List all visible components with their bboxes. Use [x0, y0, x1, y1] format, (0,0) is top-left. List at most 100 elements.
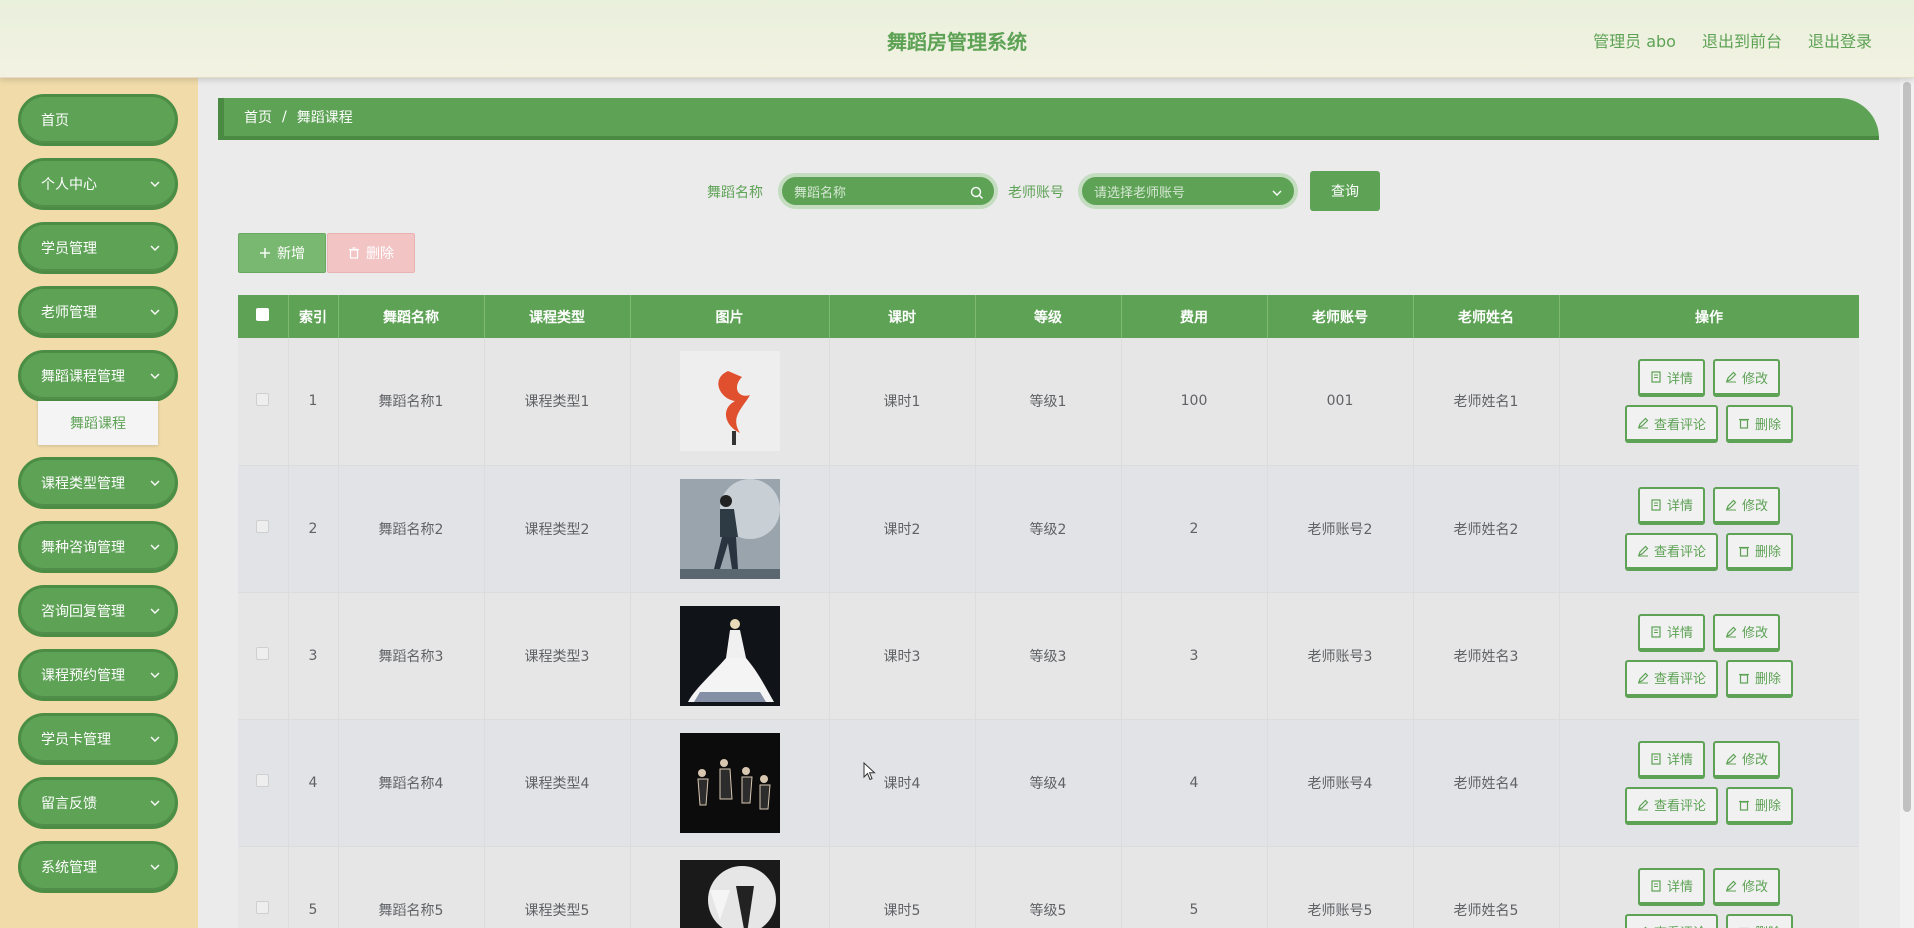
view-comments-button[interactable]: 查看评论: [1624, 405, 1718, 444]
sidebar-item-feedback[interactable]: 留言反馈: [18, 777, 178, 829]
view-comments-button[interactable]: 查看评论: [1624, 913, 1718, 928]
row-delete-button[interactable]: 删除: [1726, 786, 1794, 825]
row-checkbox[interactable]: [256, 520, 270, 533]
search-icon: [970, 186, 983, 199]
view-comments-button[interactable]: 查看评论: [1624, 659, 1718, 698]
col-teacher-account: 老师账号: [1267, 295, 1414, 338]
view-comments-label: 查看评论: [1653, 417, 1706, 433]
row-checkbox[interactable]: [256, 392, 270, 406]
row-checkbox[interactable]: [256, 774, 270, 787]
logout-link[interactable]: 退出登录: [1808, 28, 1872, 52]
teacher-account-select[interactable]: 请选择老师账号: [1078, 173, 1298, 209]
cell-image: [630, 846, 830, 928]
sidebar-item-student-mgmt[interactable]: 学员管理: [18, 222, 178, 274]
table-row: 2 舞蹈名称2 课程类型2 课时2 等级2 2 老师账号2 老师姓名2 详情 修改 查看评论 删除: [238, 465, 1859, 593]
dance-photo-thumbnail: [679, 605, 780, 706]
sidebar-item-course-type-mgmt[interactable]: 课程类型管理: [18, 457, 178, 509]
cell-level: 等级5: [975, 846, 1122, 928]
cell-actions: 详情 修改查看评论 删除: [1559, 465, 1859, 593]
sidebar-item-label: 学员卡管理: [41, 732, 111, 748]
select-all-header: [238, 295, 289, 338]
trash-icon: [1739, 800, 1749, 811]
cell-fee: 5: [1121, 846, 1268, 928]
document-icon: [1651, 498, 1661, 511]
cell-course-type: 课程类型3: [484, 592, 631, 720]
col-teacher-name: 老师姓名: [1413, 295, 1560, 338]
admin-user-link[interactable]: 管理员 abo: [1593, 28, 1676, 52]
cell-fee: 4: [1121, 719, 1268, 847]
sidebar-item-dance-consult-mgmt[interactable]: 舞种咨询管理: [18, 521, 178, 573]
cell-course-type: 课程类型4: [484, 719, 631, 847]
edit-button-label: 修改: [1742, 371, 1769, 387]
cell-teacher-name: 老师姓名5: [1413, 846, 1560, 928]
sidebar-item-label: 系统管理: [41, 860, 97, 876]
chevron-down-icon: [150, 672, 160, 678]
select-all-checkbox[interactable]: [256, 308, 270, 321]
chevron-down-icon: [150, 800, 160, 806]
sidebar-item-label: 留言反馈: [41, 796, 97, 812]
sidebar-item-student-card-mgmt[interactable]: 学员卡管理: [18, 713, 178, 765]
detail-button[interactable]: 详情: [1637, 613, 1705, 652]
cell-hours: 课时3: [829, 592, 976, 720]
add-button[interactable]: 新增: [238, 233, 326, 273]
edit-button[interactable]: 修改: [1713, 613, 1781, 652]
trash-icon: [349, 247, 359, 259]
cell-teacher-account: 001: [1267, 338, 1414, 466]
trash-icon: [1739, 419, 1749, 429]
sidebar-item-teacher-mgmt[interactable]: 老师管理: [18, 286, 178, 338]
detail-button[interactable]: 详情: [1637, 867, 1705, 906]
row-delete-button[interactable]: 删除: [1726, 913, 1794, 928]
sidebar-item-label: 舞蹈课程管理: [41, 369, 125, 385]
sidebar-item-label: 老师管理: [41, 305, 97, 321]
view-comments-button[interactable]: 查看评论: [1624, 532, 1718, 571]
row-delete-button[interactable]: 删除: [1726, 405, 1794, 444]
edit-icon: [1637, 417, 1649, 429]
detail-button[interactable]: 详情: [1637, 359, 1705, 398]
row-delete-label: 删除: [1755, 672, 1782, 687]
plus-icon: [260, 248, 270, 258]
dance-photo-thumbnail: [679, 859, 780, 928]
edit-icon: [1726, 753, 1737, 764]
sidebar-item-course-booking-mgmt[interactable]: 课程预约管理: [18, 649, 178, 701]
chevron-down-icon: [150, 480, 160, 486]
query-button[interactable]: 查询: [1310, 171, 1380, 211]
edit-button[interactable]: 修改: [1713, 359, 1781, 398]
sidebar-item-dance-course-mgmt[interactable]: 舞蹈课程管理: [18, 350, 178, 402]
row-checkbox[interactable]: [256, 647, 270, 660]
view-comments-label: 查看评论: [1653, 672, 1706, 687]
edit-button-label: 修改: [1742, 499, 1769, 514]
chevron-down-icon: [150, 864, 160, 870]
edit-button[interactable]: 修改: [1713, 867, 1781, 906]
detail-button[interactable]: 详情: [1637, 486, 1705, 525]
page-scrollbar[interactable]: [1900, 78, 1914, 928]
dance-name-placeholder: 舞蹈名称: [794, 185, 847, 201]
view-comments-button[interactable]: 查看评论: [1624, 786, 1718, 825]
table-row: 5舞蹈名称5课程类型5课时5等级55老师账号5老师姓名5详情修改查看评论删除: [238, 846, 1859, 928]
submenu-item-dance-course[interactable]: 舞蹈课程: [38, 401, 158, 445]
row-select-cell: [238, 338, 289, 466]
row-delete-button[interactable]: 删除: [1726, 532, 1794, 571]
edit-icon: [1637, 672, 1649, 683]
batch-delete-button[interactable]: 删除: [327, 233, 415, 273]
dance-name-input[interactable]: 舞蹈名称: [778, 173, 998, 209]
edit-button[interactable]: 修改: [1713, 486, 1781, 525]
sidebar-item-consult-reply-mgmt[interactable]: 咨询回复管理: [18, 585, 178, 637]
detail-button[interactable]: 详情: [1637, 740, 1705, 779]
row-delete-button[interactable]: 删除: [1726, 659, 1794, 698]
sidebar-item-system-mgmt[interactable]: 系统管理: [18, 841, 178, 893]
chevron-down-icon: [1272, 190, 1282, 196]
breadcrumb-home[interactable]: 首页: [244, 107, 272, 127]
row-checkbox[interactable]: [256, 901, 270, 914]
edit-button[interactable]: 修改: [1713, 740, 1781, 779]
col-course-type: 课程类型: [484, 295, 631, 338]
sidebar-item-home[interactable]: 首页: [18, 94, 178, 146]
detail-button-label: 详情: [1666, 753, 1693, 768]
edit-button-label: 修改: [1742, 880, 1769, 895]
cell-teacher-name: 老师姓名4: [1413, 719, 1560, 847]
scrollbar-thumb[interactable]: [1903, 82, 1911, 812]
col-dance-name: 舞蹈名称: [338, 295, 485, 338]
cell-dance-name: 舞蹈名称2: [338, 465, 485, 593]
back-to-frontend-link[interactable]: 退出到前台: [1702, 28, 1782, 52]
detail-button-label: 详情: [1666, 626, 1693, 641]
cell-dance-name: 舞蹈名称5: [338, 846, 485, 928]
